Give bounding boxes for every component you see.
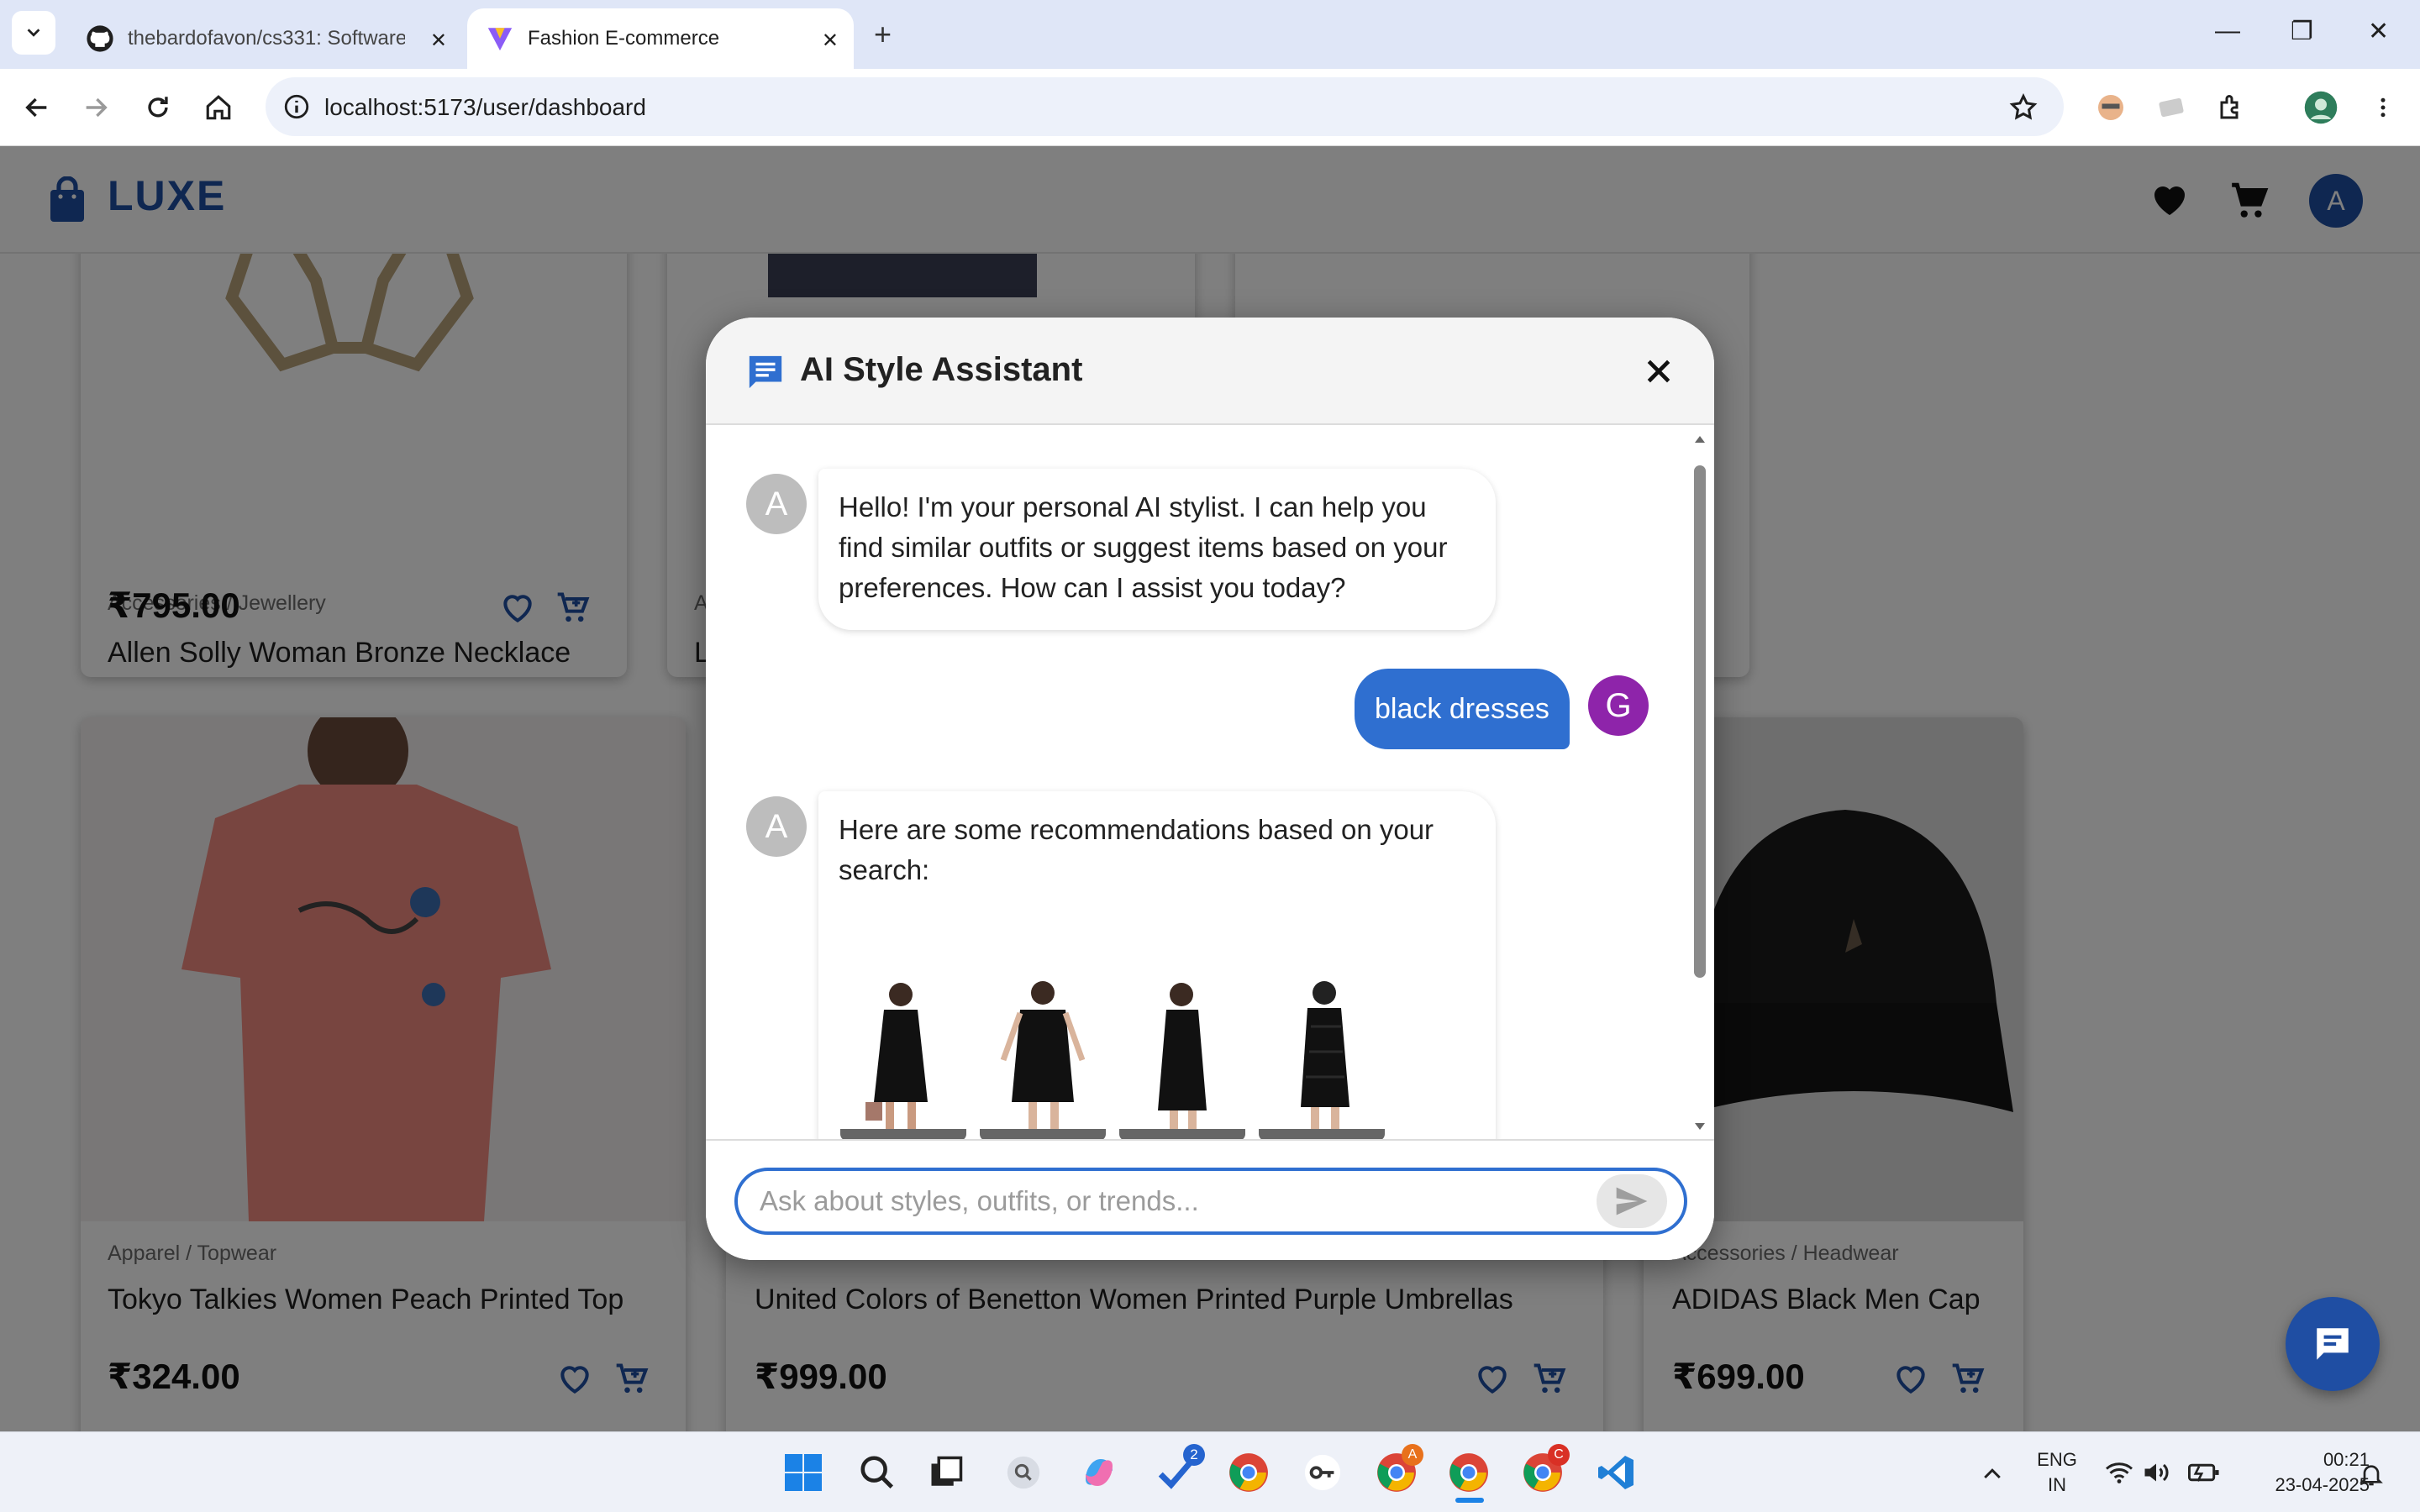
close-tab-icon[interactable]: ✕ — [822, 29, 839, 53]
reload-icon[interactable] — [138, 87, 178, 128]
send-button[interactable] — [1597, 1174, 1667, 1228]
extensions-puzzle-icon[interactable] — [2212, 87, 2252, 128]
tab-title: Fashion E-commerce — [528, 27, 720, 50]
bot-avatar: A — [746, 796, 807, 857]
widgets-search-icon[interactable] — [998, 1447, 1049, 1498]
black-dress-image — [1301, 981, 1349, 1132]
vscode-icon[interactable] — [1591, 1447, 1642, 1498]
profile-badge: A — [1402, 1444, 1423, 1466]
chat-messages[interactable]: A Hello! I'm your personal AI stylist. I… — [706, 427, 1714, 1139]
language-indicator[interactable]: ENG IN — [2030, 1447, 2084, 1498]
user-avatar: G — [1588, 675, 1649, 736]
restore-icon[interactable]: ❐ — [2291, 17, 2313, 46]
github-icon — [87, 25, 113, 52]
site-info-icon[interactable] — [282, 92, 311, 121]
chat-title: AI Style Assistant — [800, 351, 1083, 388]
key-app-icon[interactable] — [1297, 1447, 1348, 1498]
chrome-profile-c-icon[interactable]: C — [1518, 1444, 1570, 1498]
notification-badge: 2 — [1183, 1444, 1205, 1466]
tab-fashion-ecommerce[interactable]: Fashion E-commerce ✕ — [467, 8, 854, 69]
profile-badge: C — [1548, 1444, 1570, 1466]
url-text: localhost:5173/user/dashboard — [324, 94, 646, 120]
back-icon[interactable] — [17, 87, 57, 128]
black-dress-image — [1158, 983, 1207, 1132]
black-dress-image — [865, 983, 928, 1129]
chrome-active-icon[interactable] — [1444, 1447, 1494, 1503]
user-message: black dresses — [1355, 669, 1570, 749]
chat-input[interactable] — [734, 1168, 1687, 1235]
tab-github[interactable]: thebardofavon/cs331: Software ✕ — [67, 8, 462, 69]
browser-menu-icon[interactable] — [2363, 87, 2403, 128]
chevron-down-icon — [27, 29, 40, 37]
vite-icon — [487, 28, 513, 51]
scroll-down-arrow-icon[interactable] — [1692, 1119, 1707, 1134]
notifications-icon[interactable] — [2358, 1461, 2385, 1488]
new-tab-icon[interactable]: + — [874, 17, 892, 52]
close-window-icon[interactable]: ✕ — [2368, 17, 2389, 46]
recommendation-item[interactable] — [1259, 976, 1385, 1139]
recommendation-item[interactable] — [1119, 976, 1245, 1139]
tab-title: thebardofavon/cs331: Software — [128, 27, 405, 50]
scroll-up-arrow-icon[interactable] — [1692, 432, 1707, 447]
send-icon — [1616, 1187, 1648, 1215]
chevron-up-icon[interactable] — [1980, 1461, 2005, 1486]
wifi-icon[interactable] — [2104, 1457, 2134, 1488]
todo-icon[interactable]: 2 — [1151, 1444, 1205, 1498]
active-indicator — [1455, 1498, 1484, 1503]
clock[interactable]: 00:21 23-04-2025 — [2235, 1447, 2370, 1498]
volume-icon[interactable] — [2141, 1457, 2171, 1488]
recommendation-item[interactable] — [980, 976, 1106, 1139]
chat-input-area — [706, 1139, 1714, 1260]
forward-icon[interactable] — [76, 87, 116, 128]
extension-card-icon[interactable] — [2151, 87, 2191, 128]
browser-toolbar: localhost:5173/user/dashboard — [0, 69, 2420, 146]
black-dress-image — [1000, 981, 1086, 1131]
bot-message: Hello! I'm your personal AI stylist. I c… — [818, 469, 1496, 630]
battery-icon[interactable] — [2188, 1459, 2220, 1486]
windows-taskbar: 2 A C ENG IN 00:21 23-04-2025 — [0, 1431, 2420, 1512]
ai-style-assistant-dialog: AI Style Assistant A Hello! I'm your per… — [706, 318, 1714, 1260]
profile-avatar-icon[interactable] — [2301, 87, 2341, 128]
bot-message-text: Here are some recommendations based on y… — [839, 814, 1434, 885]
task-view-icon[interactable] — [921, 1447, 971, 1498]
extension-avatar-icon[interactable] — [2091, 87, 2131, 128]
chrome-profile-a-icon[interactable]: A — [1371, 1444, 1423, 1498]
chat-fab-button[interactable] — [2286, 1297, 2380, 1391]
chat-header: AI Style Assistant — [706, 318, 1714, 425]
address-bar[interactable]: localhost:5173/user/dashboard — [266, 77, 2064, 136]
bot-avatar: A — [746, 474, 807, 534]
search-icon[interactable] — [852, 1447, 902, 1498]
browser-tab-bar: thebardofavon/cs331: Software ✕ Fashion … — [0, 0, 2420, 69]
chat-icon — [749, 355, 782, 389]
chat-scrollbar-thumb[interactable] — [1694, 465, 1706, 978]
chat-icon — [2317, 1328, 2349, 1360]
recommendation-item[interactable] — [840, 976, 966, 1139]
close-icon[interactable] — [1642, 354, 1676, 388]
chrome-icon[interactable] — [1223, 1447, 1274, 1498]
home-icon[interactable] — [198, 87, 239, 128]
minimize-icon[interactable]: — — [2215, 17, 2240, 45]
close-tab-icon[interactable]: ✕ — [430, 29, 447, 53]
tab-search-button[interactable] — [12, 11, 55, 55]
copilot-icon[interactable] — [1074, 1447, 1124, 1498]
start-windows-icon[interactable] — [778, 1447, 829, 1498]
bookmark-star-icon[interactable] — [2008, 92, 2039, 123]
